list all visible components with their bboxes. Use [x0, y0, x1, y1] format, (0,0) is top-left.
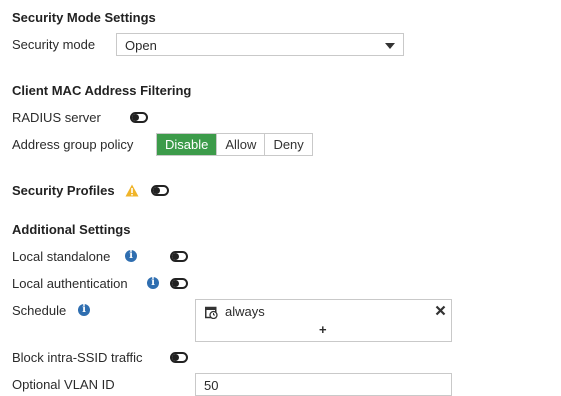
security-mode-heading: Security Mode Settings	[12, 10, 156, 25]
local-standalone-toggle[interactable]	[170, 251, 188, 262]
chevron-down-icon	[385, 43, 395, 49]
security-profiles-label: Security Profiles	[12, 183, 115, 198]
local-standalone-label: Local standalone	[12, 249, 111, 264]
optional-vlan-value: 50	[204, 378, 219, 393]
mac-filtering-heading: Client MAC Address Filtering	[12, 83, 192, 98]
schedule-field[interactable]: always +	[195, 299, 452, 342]
policy-option-deny[interactable]: Deny	[264, 134, 312, 155]
optional-vlan-input[interactable]: 50	[195, 373, 452, 396]
address-group-policy-label: Address group policy	[12, 137, 134, 152]
policy-option-disable[interactable]: Disable	[157, 134, 217, 155]
security-mode-select[interactable]: Open	[116, 33, 404, 56]
info-icon: i	[125, 250, 137, 262]
warning-icon	[125, 184, 139, 197]
schedule-value: always	[225, 304, 265, 319]
additional-settings-heading: Additional Settings	[12, 222, 131, 237]
radius-server-toggle[interactable]	[130, 112, 148, 123]
local-authentication-toggle[interactable]	[170, 278, 188, 289]
remove-icon[interactable]	[435, 305, 446, 316]
calendar-clock-icon	[205, 306, 218, 319]
security-mode-value: Open	[125, 38, 157, 53]
add-schedule-button[interactable]: +	[319, 322, 327, 337]
security-mode-label: Security mode	[12, 37, 96, 52]
block-intra-ssid-label: Block intra-SSID traffic	[12, 350, 143, 365]
info-icon: i	[78, 304, 90, 316]
block-intra-ssid-toggle[interactable]	[170, 352, 188, 363]
schedule-label: Schedule	[12, 303, 67, 318]
security-profiles-toggle[interactable]	[151, 185, 169, 196]
info-icon: i	[147, 277, 159, 289]
optional-vlan-label: Optional VLAN ID	[12, 377, 115, 392]
policy-option-allow[interactable]: Allow	[216, 134, 265, 155]
radius-server-label: RADIUS server	[12, 110, 101, 125]
address-group-policy-segmented: Disable Allow Deny	[156, 133, 313, 156]
local-authentication-label: Local authentication	[12, 276, 128, 291]
